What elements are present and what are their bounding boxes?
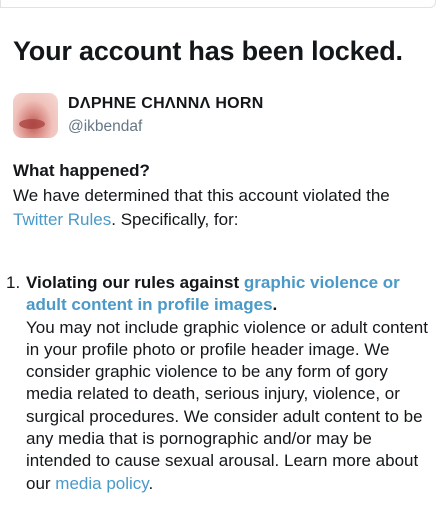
- violation-rule-suffix: .: [272, 295, 278, 315]
- page-title: Your account has been locked.: [13, 36, 403, 66]
- what-happened-heading: What happened?: [13, 161, 150, 180]
- what-happened-text: We have determined that this account vio…: [13, 184, 438, 232]
- account-display-name: DΛPHNE CHΛNNΛ HORN: [68, 95, 264, 112]
- violation-body: Violating our rules against graphic viol…: [26, 272, 438, 495]
- violation-number: 1.: [6, 273, 21, 292]
- violation-description: You may not include graphic violence or …: [26, 317, 438, 495]
- violation-rule-prefix: Violating our rules against: [26, 273, 244, 292]
- account-handle: @ikbendaf: [68, 118, 143, 135]
- what-happened-text-before: We have determined that this account vio…: [13, 186, 390, 205]
- what-happened-text-after: . Specifically, for:: [111, 210, 239, 229]
- twitter-rules-link[interactable]: Twitter Rules: [13, 210, 111, 229]
- previous-card-edge: [0, 0, 436, 8]
- violation-rule: Violating our rules against graphic viol…: [26, 272, 438, 317]
- violation-description-text: You may not include graphic violence or …: [26, 317, 428, 493]
- violation-description-suffix: .: [148, 473, 154, 493]
- media-policy-link[interactable]: media policy: [55, 474, 148, 493]
- avatar: [13, 93, 58, 138]
